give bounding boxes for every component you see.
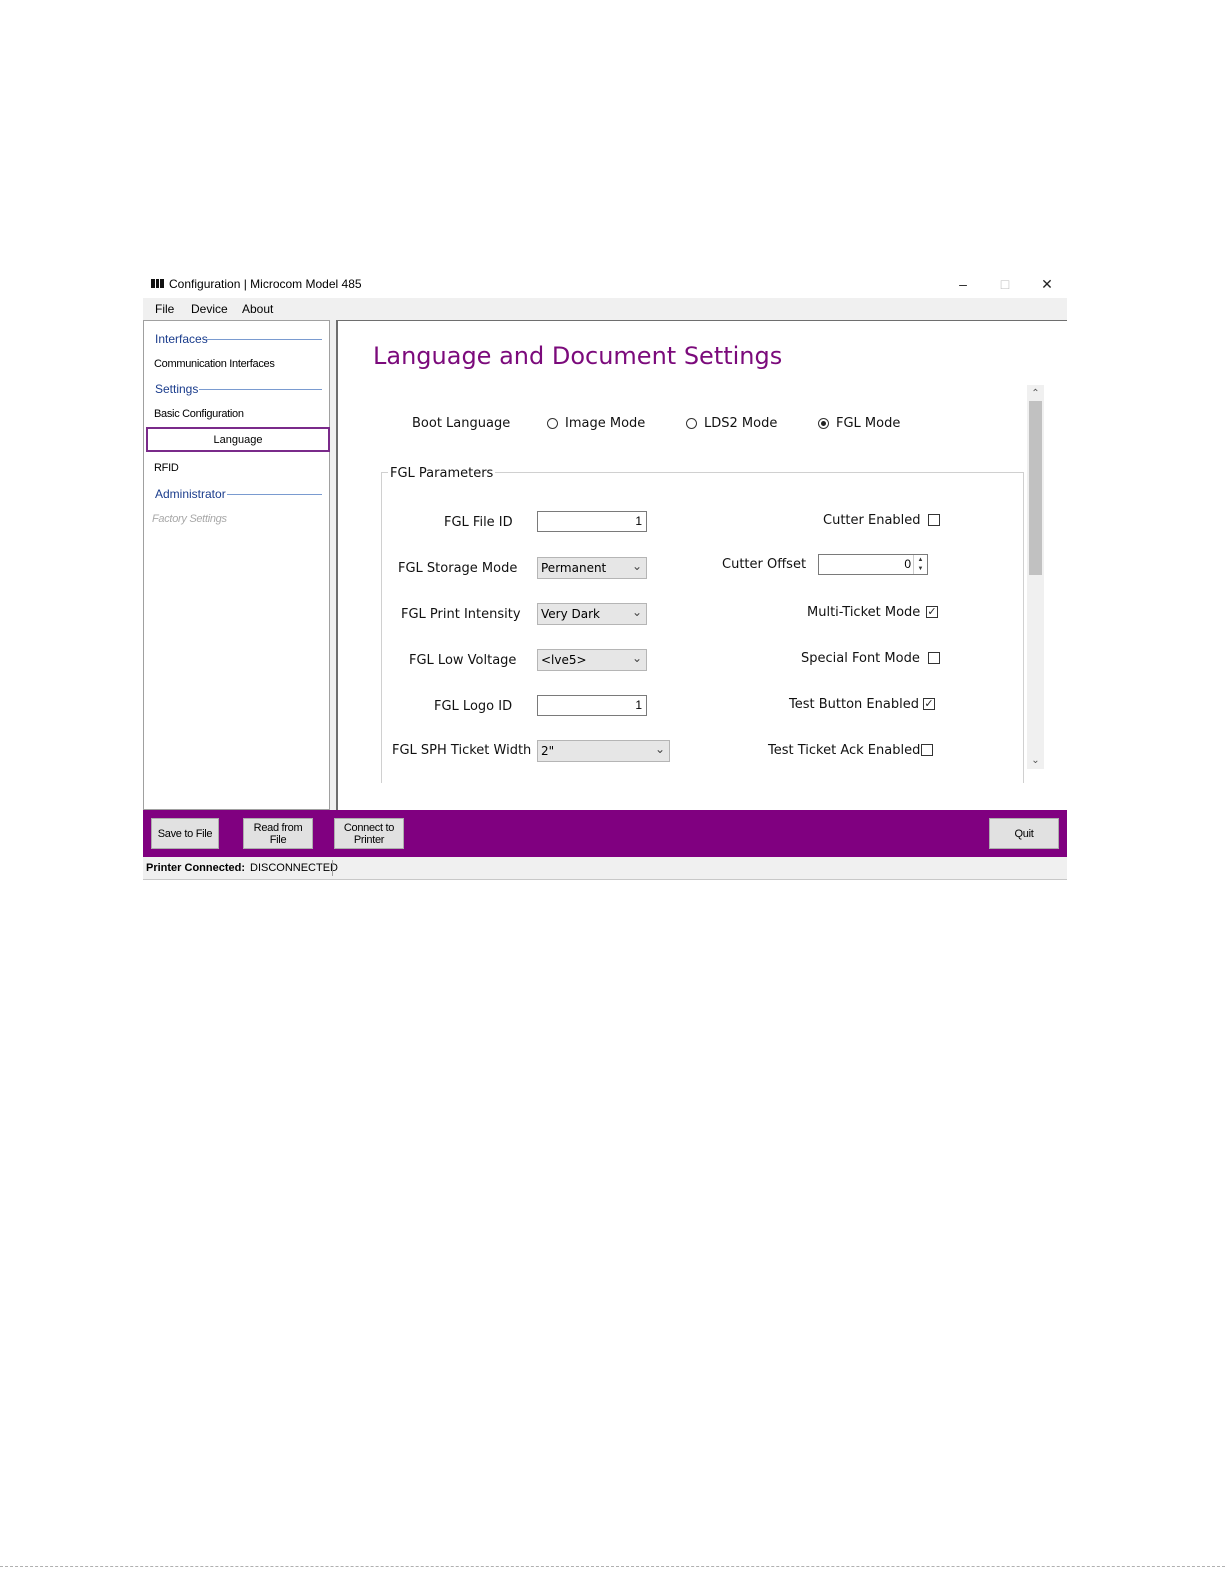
radio-fgl-mode[interactable] [818,418,829,429]
menu-device[interactable]: Device [191,302,228,316]
multi-ticket-mode-checkbox[interactable]: ✓ [926,606,938,618]
sidebar-header-administrator: Administrator [155,487,226,501]
boot-language-label: Boot Language [412,416,511,431]
fgl-parameters-title: FGL Parameters [388,466,496,481]
fgl-file-id-label: FGL File ID [444,515,513,530]
fgl-file-id-input[interactable]: 1 [537,511,647,532]
section-divider [206,339,322,340]
fgl-sph-ticket-width-label: FGL SPH Ticket Width [392,743,532,758]
fgl-low-voltage-select[interactable]: <lve5> ⌄ [537,649,647,671]
app-logo-icon [151,279,165,288]
fgl-storage-mode-label: FGL Storage Mode [398,561,518,576]
fgl-print-intensity-select[interactable]: Very Dark ⌄ [537,603,647,625]
sidebar-item-rfid[interactable]: RFID [154,462,179,474]
section-divider [199,389,322,390]
chevron-down-icon: ⌄ [631,651,642,665]
fgl-sph-ticket-width-value: 2" [541,744,555,758]
fgl-logo-id-label: FGL Logo ID [434,699,513,714]
cutter-offset-stepper[interactable]: 0 ▲ ▼ [818,554,928,575]
quit-button[interactable]: Quit [989,818,1059,849]
save-to-file-button[interactable]: Save to File [151,818,219,849]
chevron-down-icon: ⌄ [654,742,665,756]
page-title: Language and Document Settings [373,342,783,370]
spin-up-icon[interactable]: ▲ [918,557,924,563]
special-font-mode-checkbox[interactable] [928,652,940,664]
cutter-enabled-checkbox[interactable] [928,514,940,526]
menu-file[interactable]: File [155,302,174,316]
maximize-button[interactable]: □ [990,273,1020,295]
stepper-arrows[interactable]: ▲ ▼ [913,555,927,574]
cutter-offset-label: Cutter Offset [722,557,807,572]
status-value: DISCONNECTED [250,862,339,874]
radio-fgl-mode-label[interactable]: FGL Mode [836,416,900,431]
multi-ticket-mode-label: Multi-Ticket Mode [807,605,921,620]
title-bar: Configuration | Microcom Model 485 – □ ✕ [143,271,1067,298]
minimize-button[interactable]: – [948,273,978,295]
fgl-print-intensity-value: Very Dark [541,607,600,621]
scroll-up-icon[interactable]: ⌃ [1027,386,1044,400]
test-button-enabled-label: Test Button Enabled [789,697,919,712]
window-title: Configuration | Microcom Model 485 [169,277,362,291]
special-font-mode-label: Special Font Mode [801,651,920,666]
radio-lds2-mode-label[interactable]: LDS2 Mode [704,416,777,431]
check-icon: ✓ [924,698,934,710]
section-divider [227,494,322,495]
status-label: Printer Connected: [146,862,246,874]
sidebar-item-language-label: Language [213,433,263,446]
chevron-down-icon: ⌄ [631,559,642,573]
radio-image-mode[interactable] [547,418,558,429]
vertical-scrollbar[interactable]: ⌃ ⌄ [1027,385,1044,769]
sidebar-header-settings: Settings [155,382,199,396]
sidebar: Interfaces Communication Interfaces Sett… [143,320,330,810]
cutter-offset-value: 0 [904,557,911,571]
close-button[interactable]: ✕ [1032,273,1062,295]
sidebar-item-factory-settings: Factory Settings [152,513,227,525]
radio-lds2-mode[interactable] [686,418,697,429]
scroll-down-icon[interactable]: ⌄ [1027,753,1044,767]
main-panel: Language and Document Settings Boot Lang… [336,320,1067,810]
status-separator [332,860,333,876]
page-bottom-divider [0,1566,1225,1568]
cutter-enabled-label: Cutter Enabled [823,513,921,528]
test-ticket-ack-enabled-label: Test Ticket Ack Enabled [768,743,921,758]
sidebar-item-language[interactable]: Language [146,427,330,452]
scrollbar-thumb[interactable] [1029,401,1042,575]
check-icon: ✓ [927,606,937,618]
sidebar-item-basic-configuration[interactable]: Basic Configuration [154,408,244,420]
fgl-logo-id-input[interactable]: 1 [537,695,647,716]
menu-bar: File Device About [143,298,1067,321]
fgl-low-voltage-value: <lve5> [541,653,587,667]
spin-down-icon[interactable]: ▼ [918,566,924,572]
fgl-sph-ticket-width-select[interactable]: 2" ⌄ [537,740,670,762]
chevron-down-icon: ⌄ [631,605,642,619]
test-ticket-ack-enabled-checkbox[interactable] [921,744,933,756]
fgl-print-intensity-label: FGL Print Intensity [401,607,521,622]
sidebar-item-communication-interfaces[interactable]: Communication Interfaces [154,358,275,370]
fgl-storage-mode-select[interactable]: Permanent ⌄ [537,557,647,579]
sidebar-header-interfaces: Interfaces [155,332,208,346]
test-button-enabled-checkbox[interactable]: ✓ [923,698,935,710]
read-from-file-button[interactable]: Read from File [243,818,313,849]
fgl-low-voltage-label: FGL Low Voltage [409,653,517,668]
status-bar: Printer Connected: DISCONNECTED [143,857,1067,880]
connect-to-printer-button[interactable]: Connect to Printer [334,818,404,849]
app-window: Configuration | Microcom Model 485 – □ ✕… [143,271,1067,883]
menu-about[interactable]: About [242,302,273,316]
footer-bar: Save to File Read from File Connect to P… [143,810,1067,857]
fgl-storage-mode-value: Permanent [541,561,607,575]
radio-image-mode-label[interactable]: Image Mode [565,416,645,431]
